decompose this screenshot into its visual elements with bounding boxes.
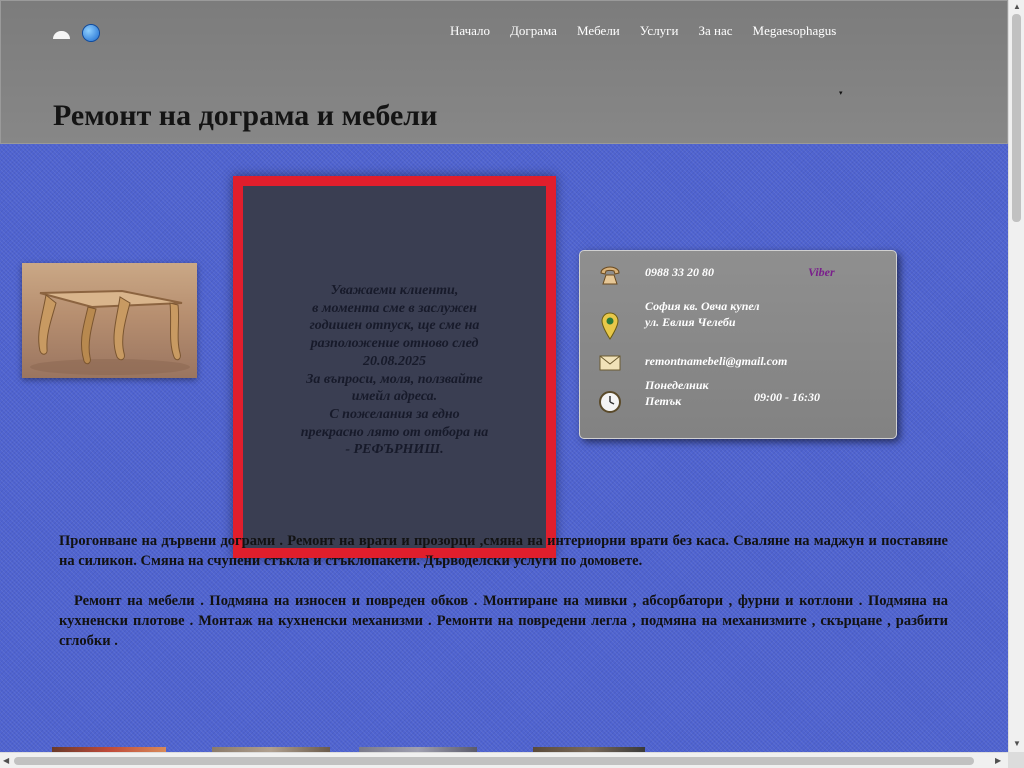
site-header: Начало Дограма Мебели Услуги За нас Mega… [0, 0, 1008, 144]
furniture-services-paragraph: Ремонт на мебели . Подмяна на износен и … [59, 593, 948, 649]
notice-line: 20.08.2025 [363, 353, 426, 369]
nav-item-megaesophagus[interactable]: Megaesophagus [753, 23, 837, 39]
contact-card: 0988 33 20 80 Viber София кв. Овча купел… [579, 250, 897, 439]
notice-line: С пожелания за едно [329, 406, 460, 422]
notice-line: в момента сме в заслужен [312, 300, 477, 316]
notice-line: имейл адреса. [351, 389, 438, 405]
main-nav: Начало Дограма Мебели Услуги За нас Mega… [450, 23, 856, 39]
vacation-notice: Уважаеми клиенти, в момента сме в заслуж… [233, 176, 556, 558]
notice-line: Уважаеми клиенти, [330, 283, 459, 298]
windows-services-paragraph: Прогонване на дървени дограми . Ремонт н… [59, 533, 948, 569]
vertical-scrollbar[interactable]: ▲ ▼ [1008, 0, 1024, 768]
nav-item-about[interactable]: За нас [698, 23, 732, 39]
notice-line: - РЕФЪРНИШ. [345, 442, 444, 458]
phone-number[interactable]: 0988 33 20 80 [645, 264, 714, 280]
furniture-table-image [22, 263, 197, 378]
address-line-2: ул. Евлия Челеби [645, 315, 736, 329]
scroll-right-arrow-icon[interactable]: ▶ [995, 756, 1001, 765]
map-pin-icon [600, 311, 620, 345]
notice-line: прекрасно лято от отбора на [300, 424, 489, 440]
wooden-table-illustration [30, 289, 190, 375]
nav-item-home[interactable]: Начало [450, 23, 490, 39]
scroll-down-arrow-icon[interactable]: ▼ [1013, 739, 1021, 748]
phone-icon [598, 265, 622, 291]
notice-line: За въпроси, моля, ползвайте [306, 371, 483, 387]
clock-icon [598, 390, 622, 418]
work-days-line-2: Петък [645, 394, 682, 408]
vertical-scrollbar-thumb[interactable] [1012, 14, 1021, 222]
work-days-line-1: Понеделник [645, 378, 709, 392]
viber-link[interactable]: Viber [808, 264, 835, 280]
scroll-up-arrow-icon[interactable]: ▲ [1013, 2, 1021, 11]
globe-icon [83, 25, 99, 41]
cloud-icon [53, 31, 70, 39]
notice-line: годишен отпуск, ще сме на [309, 318, 480, 334]
services-description: Прогонване на дървени дограми . Ремонт н… [59, 531, 948, 671]
chevron-down-icon[interactable]: ▾ [839, 89, 843, 97]
notice-line: разположение отново след [310, 336, 479, 352]
nav-item-furniture[interactable]: Мебели [577, 23, 620, 39]
horizontal-scrollbar[interactable]: ◀ ▶ [0, 752, 1008, 768]
email-link[interactable]: remontnamebeli@gmail.com [645, 353, 787, 369]
nav-item-windows[interactable]: Дограма [510, 23, 557, 39]
address-line-1: София кв. Овча купел [645, 299, 760, 313]
horizontal-scrollbar-thumb[interactable] [14, 757, 974, 765]
scrollbar-corner [1008, 752, 1024, 768]
work-hours: 09:00 - 16:30 [754, 390, 820, 404]
nav-item-services[interactable]: Услуги [640, 23, 679, 39]
scroll-left-arrow-icon[interactable]: ◀ [3, 756, 9, 765]
envelope-icon [599, 352, 621, 376]
site-logo[interactable] [53, 25, 105, 43]
vacation-notice-text: Уважаеми клиенти, в момента сме в заслуж… [243, 282, 546, 459]
page-title: Ремонт на дограма и мебели [53, 99, 438, 132]
